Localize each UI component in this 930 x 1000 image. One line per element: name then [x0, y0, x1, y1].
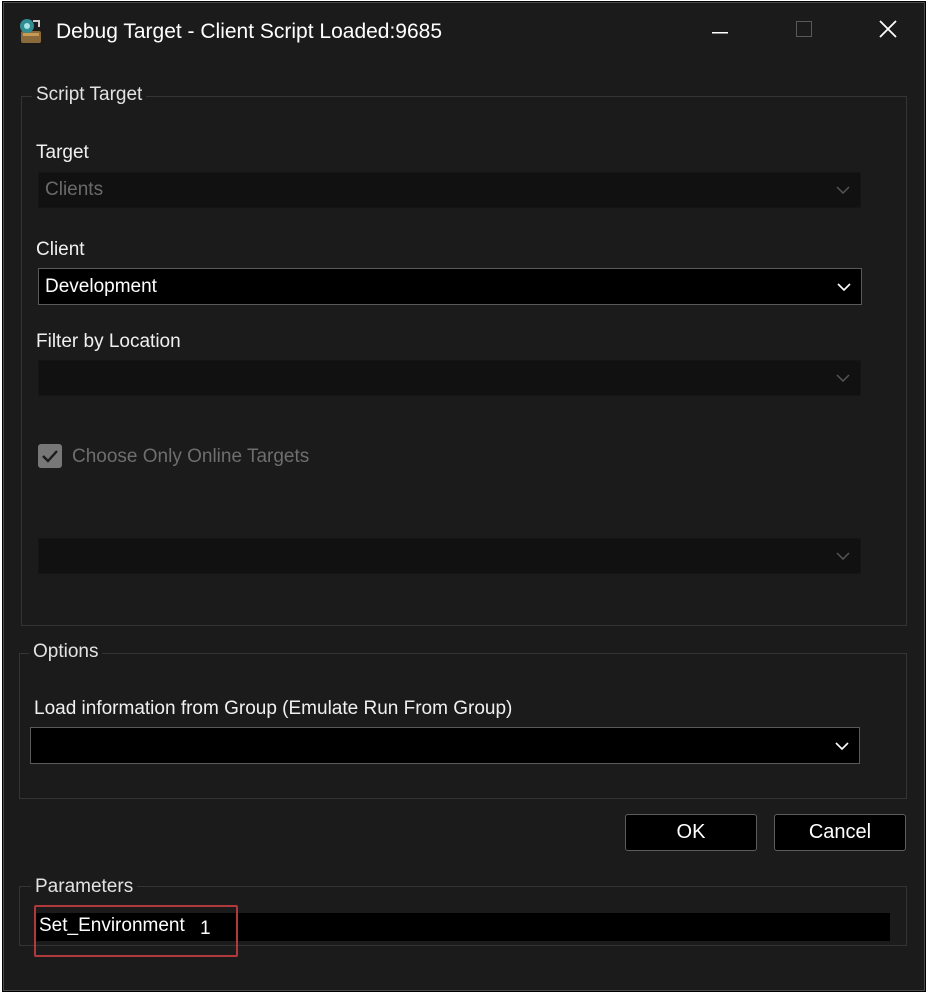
- parameters-group-label: Parameters: [31, 876, 138, 898]
- script-target-group-label: Script Target: [32, 84, 147, 106]
- load-group-select[interactable]: [30, 727, 860, 764]
- client-label: Client: [36, 239, 85, 260]
- client-select-value: Development: [45, 275, 157, 297]
- maximize-icon: [796, 20, 812, 42]
- close-icon: [879, 19, 897, 43]
- minimize-icon: [712, 22, 728, 40]
- target-label: Target: [36, 142, 89, 163]
- checkmark-icon: [38, 450, 62, 472]
- online-targets-checkbox: [38, 444, 62, 468]
- debug-target-window: Debug Target - Client Script Loaded:9685…: [3, 2, 925, 991]
- chevron-down-icon: [826, 361, 860, 395]
- filter-location-label: Filter by Location: [36, 331, 181, 352]
- target-select: Clients: [38, 172, 861, 208]
- options-group: [19, 653, 907, 799]
- app-icon: [18, 17, 44, 45]
- ok-button[interactable]: OK: [625, 814, 757, 851]
- cancel-button[interactable]: Cancel: [774, 814, 906, 851]
- window-title: Debug Target - Client Script Loaded:9685: [56, 20, 443, 43]
- title-bar[interactable]: Debug Target - Client Script Loaded:9685: [4, 3, 924, 59]
- online-targets-label: Choose Only Online Targets: [72, 446, 310, 467]
- minimize-button[interactable]: [700, 11, 740, 51]
- load-group-label: Load information from Group (Emulate Run…: [34, 698, 513, 719]
- options-group-label: Options: [29, 641, 103, 663]
- chevron-down-icon: [826, 173, 860, 207]
- target-select-value: Clients: [45, 179, 104, 200]
- targets-list-select: [38, 538, 861, 574]
- client-select[interactable]: Development: [38, 268, 862, 305]
- maximize-button[interactable]: [784, 11, 824, 51]
- filter-location-select: [38, 360, 861, 396]
- parameter-highlight-box: [34, 905, 238, 957]
- chevron-down-icon: [825, 728, 859, 763]
- chevron-down-icon: [826, 539, 860, 573]
- chevron-down-icon: [827, 269, 861, 304]
- close-button[interactable]: [868, 11, 908, 51]
